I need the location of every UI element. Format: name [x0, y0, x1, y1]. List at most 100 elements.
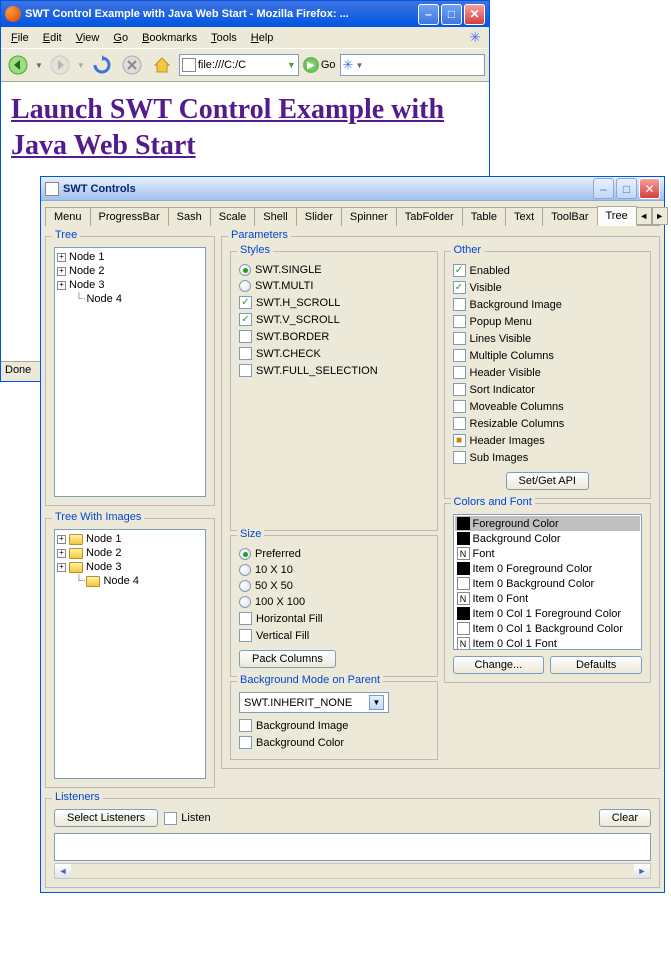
menu-view[interactable]: View: [70, 30, 106, 46]
change-button[interactable]: Change...: [453, 656, 545, 674]
back-dropdown[interactable]: ▼: [35, 61, 43, 70]
expand-icon[interactable]: +: [57, 549, 66, 558]
tab-scroll-right[interactable]: ►: [652, 207, 668, 225]
horizontal-scrollbar[interactable]: ◄ ►: [54, 863, 651, 879]
list-item[interactable]: Item 0 Background Color: [455, 576, 641, 591]
expand-icon[interactable]: +: [57, 253, 66, 262]
search-bar[interactable]: ✳ ▼: [340, 54, 485, 76]
tree-node[interactable]: └·Node 4: [57, 574, 203, 588]
tab-spinner[interactable]: Spinner: [341, 207, 397, 226]
expand-icon[interactable]: +: [57, 267, 66, 276]
list-item[interactable]: NItem 0 Col 1 Font: [455, 636, 641, 650]
tab-table[interactable]: Table: [462, 207, 506, 226]
size-option[interactable]: 100 X 100: [239, 594, 429, 610]
tab-tree[interactable]: Tree: [597, 206, 637, 226]
clear-button[interactable]: Clear: [599, 809, 651, 827]
menu-edit[interactable]: Edit: [37, 30, 68, 46]
tree-node[interactable]: +Node 1: [57, 532, 203, 546]
tab-scale[interactable]: Scale: [210, 207, 256, 226]
bgmode-check[interactable]: Background Image: [239, 717, 429, 734]
launch-link[interactable]: Launch SWT Control Example with Java Web…: [11, 94, 444, 161]
dropdown-icon[interactable]: ▼: [369, 695, 384, 710]
other-option[interactable]: Multiple Columns: [453, 347, 643, 364]
colors-list[interactable]: Foreground Color Background Color NFont …: [453, 514, 643, 650]
forward-dropdown[interactable]: ▼: [77, 61, 85, 70]
defaults-button[interactable]: Defaults: [550, 656, 642, 674]
other-option[interactable]: ✓Enabled: [453, 262, 643, 279]
menu-help[interactable]: Help: [245, 30, 280, 46]
other-option[interactable]: Popup Menu: [453, 313, 643, 330]
tab-sash[interactable]: Sash: [168, 207, 211, 226]
url-dropdown-icon[interactable]: ▼: [287, 60, 296, 70]
swt-titlebar[interactable]: SWT Controls – □ ✕: [41, 177, 664, 201]
close-button[interactable]: ✕: [464, 4, 485, 25]
tab-shell[interactable]: Shell: [254, 207, 296, 226]
other-option[interactable]: Moveable Columns: [453, 398, 643, 415]
other-option[interactable]: Resizable Columns: [453, 415, 643, 432]
menu-file[interactable]: File: [5, 30, 35, 46]
search-engine-icon[interactable]: ✳: [343, 57, 354, 73]
reload-button[interactable]: [89, 52, 115, 78]
tree-node[interactable]: └·Node 4: [57, 292, 203, 306]
list-item[interactable]: NFont: [455, 546, 641, 561]
list-item[interactable]: Foreground Color: [455, 516, 641, 531]
bgmode-select[interactable]: SWT.INHERIT_NONE ▼: [239, 692, 389, 713]
tab-text[interactable]: Text: [505, 207, 543, 226]
style-option[interactable]: SWT.BORDER: [239, 328, 429, 345]
url-input[interactable]: [198, 59, 287, 71]
style-option[interactable]: SWT.CHECK: [239, 345, 429, 362]
size-option[interactable]: 50 X 50: [239, 578, 429, 594]
size-option[interactable]: Vertical Fill: [239, 627, 429, 644]
tree-node[interactable]: +Node 3: [57, 278, 203, 292]
list-item[interactable]: Item 0 Col 1 Background Color: [455, 621, 641, 636]
style-option[interactable]: ✓SWT.V_SCROLL: [239, 311, 429, 328]
size-option[interactable]: Preferred: [239, 546, 429, 562]
tab-progressbar[interactable]: ProgressBar: [90, 207, 169, 226]
size-option[interactable]: 10 X 10: [239, 562, 429, 578]
tab-toolbar[interactable]: ToolBar: [542, 207, 597, 226]
other-option[interactable]: Sub Images: [453, 449, 643, 466]
scroll-right-icon[interactable]: ►: [634, 864, 650, 878]
firefox-titlebar[interactable]: SWT Control Example with Java Web Start …: [1, 1, 489, 27]
bgmode-check[interactable]: Background Color: [239, 734, 429, 751]
forward-button[interactable]: [47, 52, 73, 78]
other-option[interactable]: Lines Visible: [453, 330, 643, 347]
maximize-button[interactable]: □: [441, 4, 462, 25]
scroll-track[interactable]: [71, 864, 634, 878]
back-button[interactable]: [5, 52, 31, 78]
tab-slider[interactable]: Slider: [296, 207, 342, 226]
other-option[interactable]: ■Header Images: [453, 432, 643, 449]
pack-columns-button[interactable]: Pack Columns: [239, 650, 336, 668]
tree-control[interactable]: +Node 1 +Node 2 +Node 3 └·Node 4: [54, 247, 206, 497]
url-bar[interactable]: ▼: [179, 54, 299, 76]
swt-close-button[interactable]: ✕: [639, 178, 660, 199]
list-item[interactable]: NItem 0 Font: [455, 591, 641, 606]
other-option[interactable]: Background Image: [453, 296, 643, 313]
swt-minimize-button[interactable]: –: [593, 178, 614, 199]
style-option[interactable]: SWT.MULTI: [239, 278, 429, 294]
tree-node[interactable]: +Node 2: [57, 264, 203, 278]
tab-scroll-left[interactable]: ◄: [636, 207, 652, 225]
style-option[interactable]: ✓SWT.H_SCROLL: [239, 294, 429, 311]
expand-icon[interactable]: +: [57, 563, 66, 572]
list-item[interactable]: Item 0 Col 1 Foreground Color: [455, 606, 641, 621]
tree-images-control[interactable]: +Node 1 +Node 2 +Node 3 └·Node 4: [54, 529, 206, 779]
other-option[interactable]: Sort Indicator: [453, 381, 643, 398]
tree-node[interactable]: +Node 2: [57, 546, 203, 560]
go-button[interactable]: ▶ Go: [303, 57, 336, 73]
scroll-left-icon[interactable]: ◄: [55, 864, 71, 878]
swt-maximize-button[interactable]: □: [616, 178, 637, 199]
expand-icon[interactable]: +: [57, 535, 66, 544]
tree-node[interactable]: +Node 1: [57, 250, 203, 264]
style-option[interactable]: SWT.SINGLE: [239, 262, 429, 278]
menu-tools[interactable]: Tools: [205, 30, 243, 46]
menu-bookmarks[interactable]: Bookmarks: [136, 30, 203, 46]
setget-api-button[interactable]: Set/Get API: [506, 472, 589, 490]
list-item[interactable]: Background Color: [455, 531, 641, 546]
search-dropdown-icon[interactable]: ▼: [355, 61, 363, 70]
style-option[interactable]: SWT.FULL_SELECTION: [239, 362, 429, 379]
menu-go[interactable]: Go: [107, 30, 134, 46]
stop-button[interactable]: [119, 52, 145, 78]
listen-check[interactable]: Listen: [164, 810, 210, 827]
select-listeners-button[interactable]: Select Listeners: [54, 809, 158, 827]
